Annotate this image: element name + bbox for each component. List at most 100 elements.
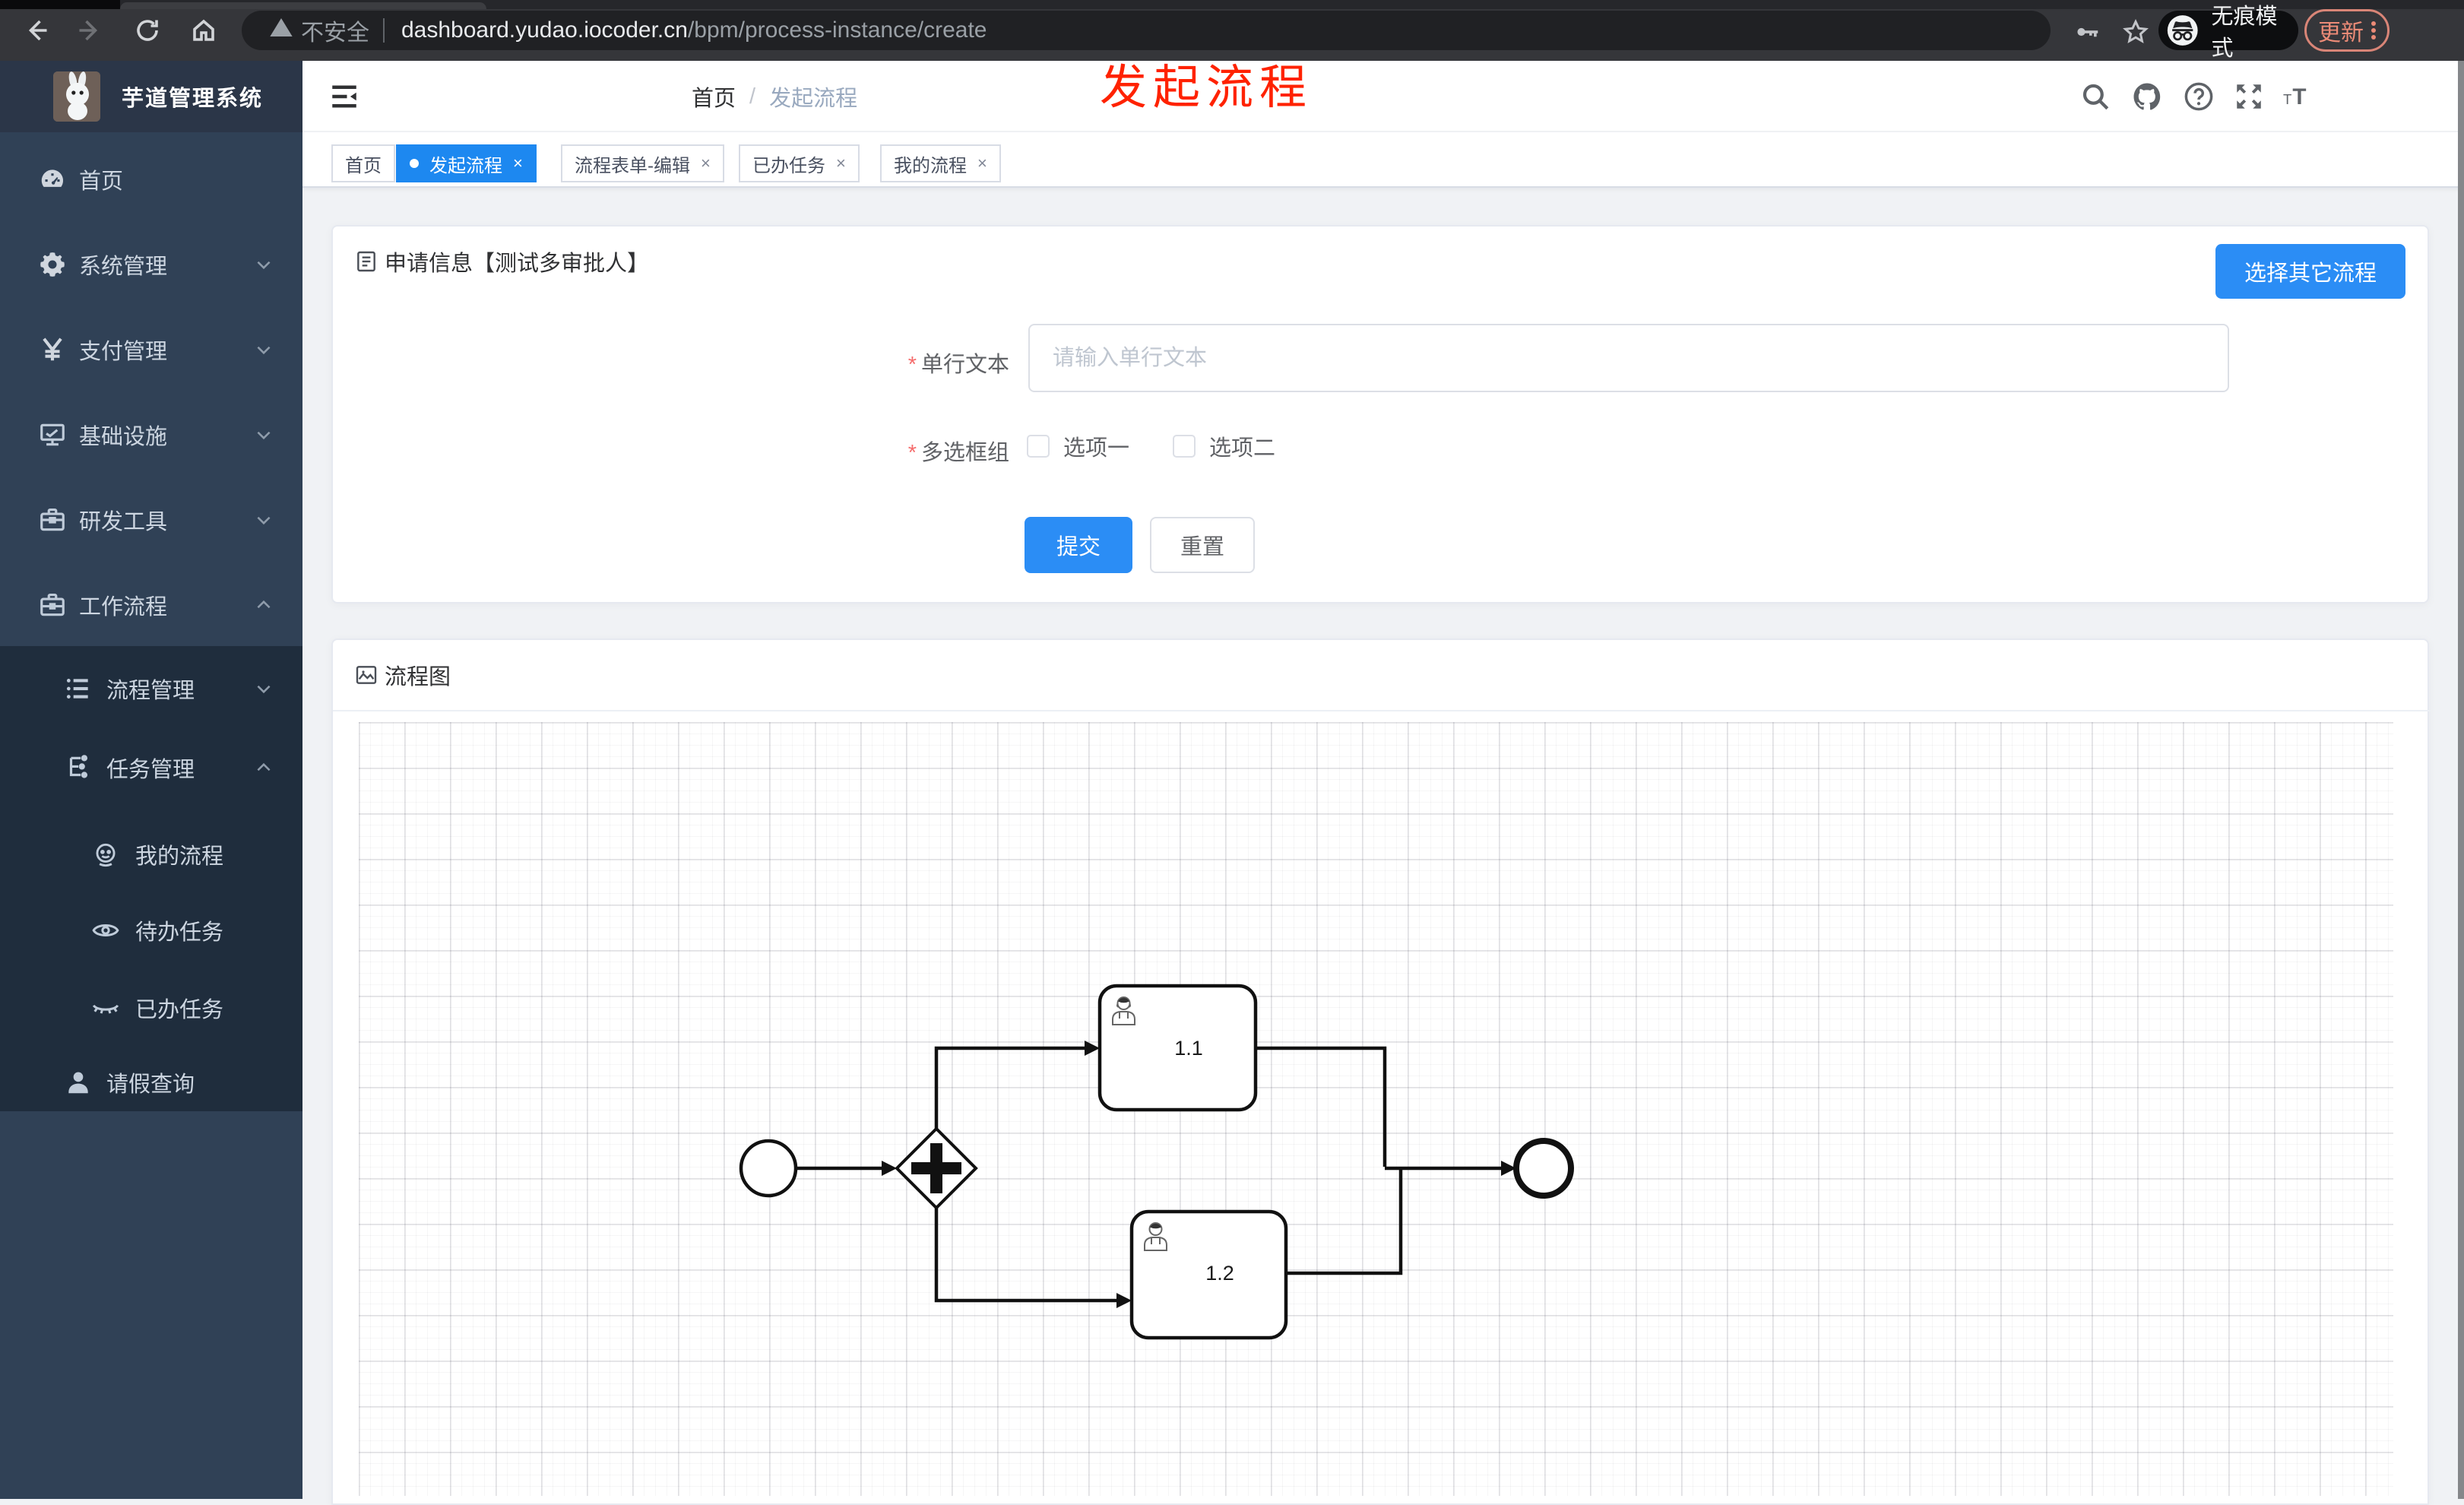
bpmn-start-event[interactable] xyxy=(739,1139,798,1198)
chevron-down-icon xyxy=(254,510,274,530)
chevron-up-icon xyxy=(254,758,274,778)
logo-area[interactable]: 芋道管理系统 xyxy=(0,61,302,132)
tag-home[interactable]: 首页 xyxy=(331,144,395,182)
chevron-down-icon xyxy=(254,340,274,360)
sidebar-item-task-mgmt[interactable]: 任务管理 xyxy=(0,733,302,802)
bpmn-canvas[interactable]: 1.1 1.2 xyxy=(359,722,2393,1496)
eye-open-icon xyxy=(91,916,120,945)
breadcrumb-current: 发起流程 xyxy=(769,87,858,111)
gear-icon xyxy=(38,250,67,279)
collapse-sidebar-icon[interactable] xyxy=(328,81,360,112)
sidebar-item-home[interactable]: 首页 xyxy=(0,145,302,214)
home-icon[interactable] xyxy=(190,17,217,44)
checkbox-option-two[interactable]: 选项二 xyxy=(1173,430,1275,462)
sidebar-item-process-mgmt[interactable]: 流程管理 xyxy=(0,654,302,723)
browser-tabstrip xyxy=(0,0,2464,9)
sidebar-item-payment[interactable]: 支付管理 xyxy=(0,315,302,384)
monitor-icon xyxy=(38,420,67,449)
bpmn-user-task-2[interactable]: 1.2 xyxy=(1129,1209,1288,1340)
password-key-icon[interactable] xyxy=(2073,18,2101,46)
forward-icon[interactable] xyxy=(76,17,103,44)
svg-text:T: T xyxy=(2283,91,2291,107)
document-icon xyxy=(357,251,375,272)
tree-branch-icon xyxy=(64,753,93,782)
reset-button[interactable]: 重置 xyxy=(1150,517,1255,573)
sidebar: 首页 系统管理 支付管理 基础设施 研发工具 工作流程 流程管理 任务管理 我的… xyxy=(0,132,302,1499)
incognito-badge: 无痕模式 xyxy=(2158,5,2298,61)
not-secure-label: 不安全 xyxy=(301,21,369,46)
submit-button[interactable]: 提交 xyxy=(1025,517,1132,573)
github-icon[interactable] xyxy=(2131,81,2163,112)
close-tab-icon[interactable]: × xyxy=(836,154,846,173)
arrowhead xyxy=(882,1161,897,1176)
close-tab-icon[interactable]: × xyxy=(513,154,523,173)
picture-icon xyxy=(356,666,377,684)
field-label-single-text: * 单行文本 xyxy=(907,353,1009,377)
url-bar[interactable]: 不安全 dashboard.yudao.iocoder.cn/bpm/proce… xyxy=(242,11,2051,50)
checkbox-option-one[interactable]: 选项一 xyxy=(1027,430,1129,462)
chevron-up-icon xyxy=(254,595,274,615)
list-tree-icon xyxy=(64,674,93,703)
tag-my-process[interactable]: 我的流程 × xyxy=(880,144,1001,182)
app-title: 芋道管理系统 xyxy=(122,87,264,111)
user-icon xyxy=(64,1068,93,1097)
sidebar-item-devtools[interactable]: 研发工具 xyxy=(0,486,302,554)
task-label: 1.2 xyxy=(1205,1262,1234,1285)
checkbox-icon[interactable] xyxy=(1173,435,1196,458)
search-icon[interactable] xyxy=(2079,81,2111,112)
url-domain: dashboard.yudao.iocoder.cn xyxy=(401,17,688,43)
incognito-label: 无痕模式 xyxy=(2211,5,2278,61)
briefcase-icon xyxy=(38,591,67,619)
checkbox-icon[interactable] xyxy=(1027,435,1050,458)
help-icon[interactable] xyxy=(2183,81,2215,112)
browser-active-tab[interactable] xyxy=(120,2,486,9)
sidebar-item-workflow[interactable]: 工作流程 xyxy=(0,571,302,639)
apply-info-title: 申请信息【测试多审批人】 xyxy=(354,227,649,296)
sidebar-item-system[interactable]: 系统管理 xyxy=(0,230,302,299)
breadcrumb: 首页 / 发起流程 xyxy=(692,61,857,132)
eye-closed-icon xyxy=(91,993,120,1022)
sidebar-item-leave-query[interactable]: 请假查询 xyxy=(0,1048,302,1117)
bpmn-user-task-1[interactable]: 1.1 xyxy=(1097,984,1258,1112)
font-size-icon[interactable]: TT xyxy=(2283,81,2329,112)
sidebar-item-todo-tasks[interactable]: 待办任务 xyxy=(0,896,302,965)
fullscreen-icon[interactable] xyxy=(2233,81,2265,112)
yen-icon xyxy=(38,335,67,364)
single-text-input[interactable] xyxy=(1028,324,2229,392)
reload-icon[interactable] xyxy=(134,17,161,44)
flow-gateway-to-task1 xyxy=(934,1046,1088,1129)
svg-text:T: T xyxy=(2292,84,2306,109)
choose-other-process-button[interactable]: 选择其它流程 xyxy=(2215,244,2405,299)
close-tab-icon[interactable]: × xyxy=(701,154,711,173)
sidebar-item-infra[interactable]: 基础设施 xyxy=(0,401,302,469)
scrollbar[interactable] xyxy=(2458,61,2464,1499)
bpmn-end-event[interactable] xyxy=(1513,1138,1574,1199)
task-label: 1.1 xyxy=(1174,1037,1203,1060)
flow-task1-to-merge xyxy=(1256,1046,1387,1167)
bpmn-parallel-gateway[interactable] xyxy=(895,1126,978,1210)
tag-form-edit[interactable]: 流程表单-编辑 × xyxy=(561,144,724,182)
active-dot xyxy=(410,159,419,168)
bookmark-star-icon[interactable] xyxy=(2122,18,2149,46)
close-tab-icon[interactable]: × xyxy=(977,154,987,173)
chevron-down-icon xyxy=(254,425,274,445)
chrome-menu-icon[interactable] xyxy=(2371,19,2376,42)
breadcrumb-home[interactable]: 首页 xyxy=(692,81,736,112)
tags-view-bar: 首页 发起流程 × 流程表单-编辑 × 已办任务 × 我的流程 × xyxy=(302,132,2464,188)
sidebar-item-my-process[interactable]: 我的流程 xyxy=(0,820,302,889)
overlay-action-title: 发起流程 xyxy=(1100,62,1313,114)
tag-done-tasks[interactable]: 已办任务 × xyxy=(739,144,860,182)
update-button[interactable]: 更新 xyxy=(2304,9,2390,52)
url-path: /bpm/process-instance/create xyxy=(687,17,987,43)
flow-gateway-to-task2 xyxy=(934,1208,1120,1303)
tag-create-process[interactable]: 发起流程 × xyxy=(396,144,537,182)
back-icon[interactable] xyxy=(23,17,50,44)
arrowhead xyxy=(1085,1041,1100,1056)
chevron-down-icon xyxy=(254,679,274,699)
bpmn-diagram: 1.1 1.2 xyxy=(739,984,1574,1340)
toolbox-icon xyxy=(38,505,67,534)
dashboard-icon xyxy=(38,165,67,194)
app-logo xyxy=(53,71,100,122)
sidebar-item-done-tasks[interactable]: 已办任务 xyxy=(0,974,302,1042)
not-secure-icon xyxy=(269,15,293,46)
